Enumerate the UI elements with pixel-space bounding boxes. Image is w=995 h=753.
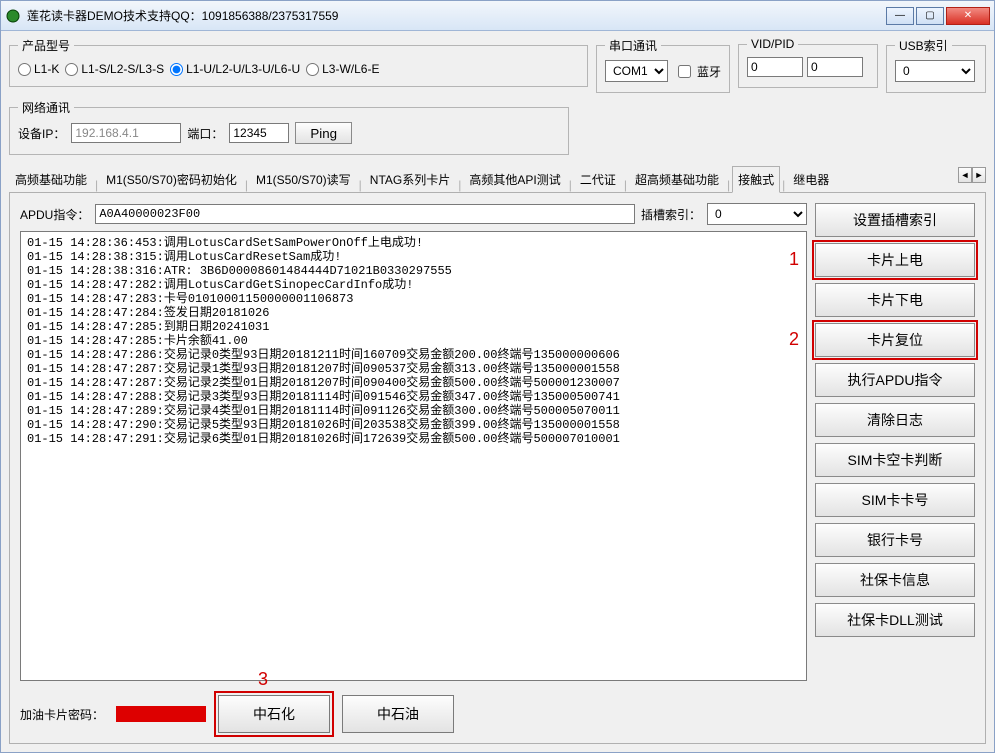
radio-l3w[interactable]: L3-W/L6-E: [306, 62, 379, 76]
tab-ntag[interactable]: NTAG系列卡片: [364, 166, 456, 192]
usb-index-legend: USB索引: [895, 37, 952, 54]
fuel-password-redacted: [116, 706, 206, 722]
bluetooth-checkbox[interactable]: [678, 65, 691, 78]
usb-index-group: USB索引 0: [886, 37, 986, 93]
app-icon: [5, 8, 21, 24]
product-model-group: 产品型号 L1-K L1-S/L2-S/L3-S L1-U/L2-U/L3-U/…: [9, 37, 588, 87]
ping-button[interactable]: Ping: [295, 122, 352, 144]
tab-hf-api[interactable]: 高频其他API测试: [463, 166, 566, 192]
ip-input[interactable]: [71, 123, 181, 143]
btn-card-power-off[interactable]: 卡片下电: [815, 283, 975, 317]
ip-label: 设备IP：: [18, 125, 65, 142]
serial-legend: 串口通讯: [605, 37, 661, 54]
product-radio-row: L1-K L1-S/L2-S/L3-S L1-U/L2-U/L3-U/L6-U …: [18, 60, 579, 76]
vidpid-group: VID/PID: [738, 37, 878, 88]
title-bar: 莲花读卡器DEMO技术支持QQ：1091856388/2375317559 — …: [1, 1, 994, 31]
petrochina-button[interactable]: 中石油: [342, 695, 454, 733]
btn-card-power-on[interactable]: 卡片上电: [815, 243, 975, 277]
btn-clear-log[interactable]: 清除日志: [815, 403, 975, 437]
btn-ssc-info[interactable]: 社保卡信息: [815, 563, 975, 597]
annotation-1: 1: [789, 249, 799, 270]
fuel-password-label: 加油卡片密码：: [20, 706, 104, 723]
tab-scroll-right[interactable]: ►: [972, 167, 986, 183]
window-title: 莲花读卡器DEMO技术支持QQ：1091856388/2375317559: [27, 1, 886, 31]
tab-m1-init[interactable]: M1(S50/S70)密码初始化: [100, 166, 243, 192]
tab-idcard[interactable]: 二代证: [574, 166, 622, 192]
tab-scroll: ◄ ►: [958, 167, 986, 183]
right-pane: 设置插槽索引 1 卡片上电 卡片下电 2 卡片复位 执行APDU指令 清除日志 …: [815, 203, 975, 733]
port-input[interactable]: [229, 123, 289, 143]
btn-sim-number[interactable]: SIM卡卡号: [815, 483, 975, 517]
btn-sim-empty-check[interactable]: SIM卡空卡判断: [815, 443, 975, 477]
com-port-select[interactable]: COM1: [605, 60, 668, 82]
btn-bank-number[interactable]: 银行卡号: [815, 523, 975, 557]
vidpid-legend: VID/PID: [747, 37, 798, 51]
tab-contact[interactable]: 接触式: [732, 166, 780, 193]
annotation-2: 2: [789, 329, 799, 350]
apdu-input[interactable]: [95, 204, 635, 224]
apdu-label: APDU指令：: [20, 206, 89, 223]
network-group: 网络通讯 设备IP： 端口： Ping: [9, 99, 569, 155]
minimize-button[interactable]: —: [886, 7, 914, 25]
tab-uhf[interactable]: 超高频基础功能: [629, 166, 725, 192]
left-pane: APDU指令： 插槽索引： 0 01-15 14:28:36:453:调用Lot…: [20, 203, 807, 733]
log-textarea[interactable]: 01-15 14:28:36:453:调用LotusCardSetSamPowe…: [20, 231, 807, 681]
tab-hf-basic[interactable]: 高频基础功能: [9, 166, 93, 192]
port-label: 端口：: [187, 125, 223, 142]
radio-l1s[interactable]: L1-S/L2-S/L3-S: [65, 62, 164, 76]
tabs-bar: 高频基础功能| M1(S50/S70)密码初始化| M1(S50/S70)读写|…: [9, 165, 986, 193]
vid-input[interactable]: [747, 57, 803, 77]
usb-index-select[interactable]: 0: [895, 60, 975, 82]
btn-set-slot-index[interactable]: 设置插槽索引: [815, 203, 975, 237]
tab-relay[interactable]: 继电器: [787, 166, 835, 192]
content-area: 产品型号 L1-K L1-S/L2-S/L3-S L1-U/L2-U/L3-U/…: [1, 31, 994, 752]
radio-l1u[interactable]: L1-U/L2-U/L3-U/L6-U: [170, 62, 300, 76]
tab-body: APDU指令： 插槽索引： 0 01-15 14:28:36:453:调用Lot…: [9, 193, 986, 744]
radio-l1k[interactable]: L1-K: [18, 62, 59, 76]
annotation-3: 3: [258, 669, 268, 690]
close-button[interactable]: ✕: [946, 7, 990, 25]
maximize-button[interactable]: ▢: [916, 7, 944, 25]
btn-ssc-dll-test[interactable]: 社保卡DLL测试: [815, 603, 975, 637]
slot-select[interactable]: 0: [707, 203, 807, 225]
serial-group: 串口通讯 COM1 蓝牙: [596, 37, 730, 93]
btn-card-reset[interactable]: 卡片复位: [815, 323, 975, 357]
sinopec-button[interactable]: 中石化: [218, 695, 330, 733]
tab-scroll-left[interactable]: ◄: [958, 167, 972, 183]
btn-exec-apdu[interactable]: 执行APDU指令: [815, 363, 975, 397]
network-legend: 网络通讯: [18, 99, 74, 116]
bluetooth-label: 蓝牙: [697, 63, 721, 80]
pid-input[interactable]: [807, 57, 863, 77]
app-window: 莲花读卡器DEMO技术支持QQ：1091856388/2375317559 — …: [0, 0, 995, 753]
slot-label: 插槽索引：: [641, 206, 701, 223]
product-legend: 产品型号: [18, 37, 74, 54]
tab-m1-rw[interactable]: M1(S50/S70)读写: [250, 166, 357, 192]
